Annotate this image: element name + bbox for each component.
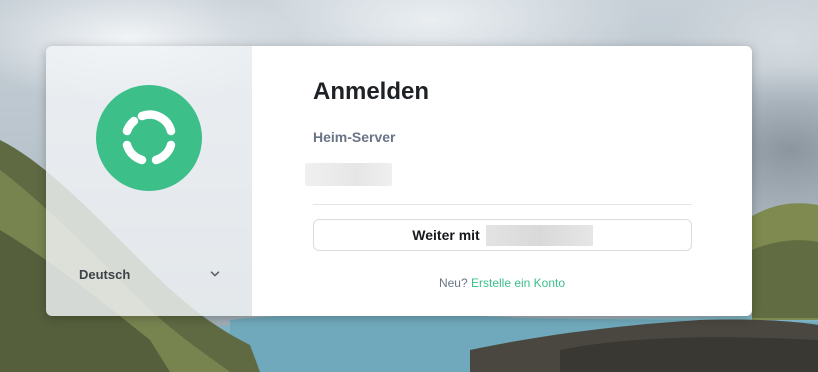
continue-button-label: Weiter mit bbox=[412, 227, 480, 243]
homeserver-value-redacted bbox=[305, 163, 392, 186]
page-title: Anmelden bbox=[313, 78, 430, 105]
element-logo-icon bbox=[96, 85, 202, 191]
chevron-down-icon bbox=[210, 271, 220, 277]
homeserver-label: Heim-Server bbox=[313, 129, 396, 145]
continue-server-redacted bbox=[485, 224, 593, 246]
signup-prefix: Neu? bbox=[438, 276, 468, 290]
login-form-panel: Anmelden Heim-Server Weiter mit Neu? Ers… bbox=[252, 46, 752, 316]
divider bbox=[313, 204, 692, 205]
branding-panel: Deutsch bbox=[46, 46, 252, 316]
language-label: Deutsch bbox=[79, 266, 131, 282]
language-selector[interactable]: Deutsch bbox=[79, 264, 221, 284]
login-card: Deutsch Anmelden Heim-Server Weiter mit … bbox=[46, 46, 752, 316]
continue-with-button[interactable]: Weiter mit bbox=[313, 219, 692, 251]
create-account-link[interactable]: Erstelle ein Konto bbox=[471, 276, 565, 290]
signup-prompt: Neu? Erstelle ein Konto bbox=[252, 276, 752, 290]
